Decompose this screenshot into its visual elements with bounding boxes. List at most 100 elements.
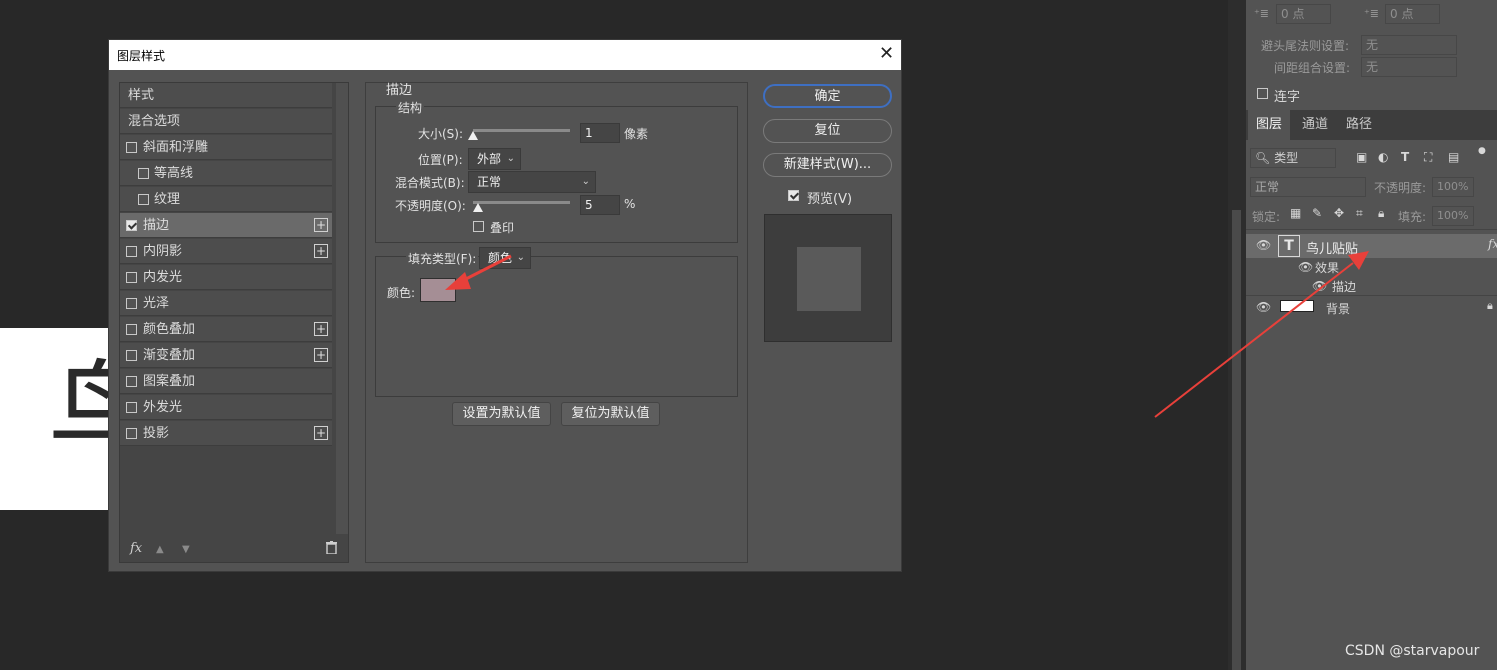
close-icon[interactable]: ✕ — [879, 43, 894, 64]
eye-icon[interactable]: 👁︎ — [1298, 260, 1313, 274]
ok-button[interactable]: 确定 — [763, 84, 892, 108]
kinsoku-select[interactable]: 无 — [1361, 35, 1457, 55]
size-input[interactable]: 1 — [580, 123, 620, 143]
layer-blend-mode-select[interactable]: 正常 — [1250, 177, 1366, 197]
style-checkbox[interactable] — [126, 246, 137, 257]
layer-stroke-effect-row[interactable]: 👁︎ 描边 — [1246, 276, 1497, 296]
fx-icon[interactable]: fx — [130, 541, 142, 556]
style-checkbox[interactable] — [126, 272, 137, 283]
style-checkbox[interactable] — [126, 402, 137, 413]
opacity-slider[interactable] — [473, 201, 570, 204]
trash-icon[interactable] — [326, 541, 337, 557]
style-item[interactable]: 混合选项 — [120, 109, 332, 134]
style-item[interactable]: 内阴影 + — [120, 239, 332, 264]
position-select[interactable]: 外部 ⌄ — [468, 148, 521, 170]
filter-type-icon[interactable]: T — [1401, 150, 1409, 164]
layer-row-text[interactable]: 👁︎ T 鸟儿贴贴 fx — [1246, 234, 1497, 258]
style-item[interactable]: 纹理 — [120, 187, 332, 212]
add-effect-icon[interactable]: + — [314, 348, 328, 362]
style-checkbox[interactable] — [126, 324, 137, 335]
reset-default-button[interactable]: 复位为默认值 — [561, 402, 660, 426]
layer-row-background[interactable]: 👁︎ 背景 🔒︎ — [1246, 296, 1497, 318]
eye-icon[interactable]: 👁︎ — [1312, 279, 1327, 293]
style-checkbox[interactable] — [126, 428, 137, 439]
stroke-color-swatch[interactable] — [420, 278, 456, 302]
size-label: 大小(S): — [418, 127, 464, 141]
filter-shape-icon[interactable]: ⛶ — [1424, 150, 1432, 165]
tab-channels[interactable]: 通道 — [1294, 110, 1336, 140]
new-style-button[interactable]: 新建样式(W)... — [763, 153, 892, 177]
reset-button[interactable]: 复位 — [763, 119, 892, 143]
style-item-label: 混合选项 — [128, 114, 181, 129]
size-slider-thumb[interactable] — [468, 131, 478, 140]
lock-position-icon[interactable]: ✥ — [1334, 206, 1344, 220]
style-checkbox[interactable] — [138, 168, 149, 179]
indent-after-input[interactable]: 0 点 — [1385, 4, 1440, 24]
layer-filter-select[interactable]: 🔍︎ 类型 — [1250, 148, 1336, 168]
style-item[interactable]: 图案叠加 — [120, 369, 332, 394]
style-item[interactable]: 等高线 — [120, 161, 332, 186]
style-item[interactable]: 外发光 — [120, 395, 332, 420]
dialog-titlebar[interactable]: 图层样式 ✕ — [109, 40, 901, 70]
filter-toggle-icon[interactable]: ● — [1478, 146, 1486, 156]
style-item[interactable]: 光泽 — [120, 291, 332, 316]
preview-checkbox[interactable] — [788, 190, 799, 201]
styles-list: 样式 混合选项 斜面和浮雕 等高线 纹理 描边 + 内阴影 + 内发光 光泽 颜色叠加 + 渐变叠加 + 图案… — [119, 82, 349, 563]
mojikumi-select[interactable]: 无 — [1361, 57, 1457, 77]
panel-scrollbar[interactable] — [1232, 210, 1241, 670]
opacity-input[interactable]: 5 — [580, 195, 620, 215]
fill-type-select[interactable]: 颜色 ⌄ — [479, 247, 531, 269]
chevron-down-icon: ⌄ — [506, 153, 515, 164]
style-item-label: 外发光 — [143, 400, 183, 415]
style-checkbox[interactable] — [126, 350, 137, 361]
add-effect-icon[interactable]: + — [314, 218, 328, 232]
lock-transparent-icon[interactable]: ▦ — [1290, 206, 1301, 220]
lock-image-icon[interactable]: ✎ — [1312, 206, 1322, 220]
canvas-document: 鸟 — [0, 328, 110, 510]
style-item-label: 描边 — [143, 218, 170, 233]
move-up-icon[interactable]: ▲ — [156, 544, 164, 555]
style-item[interactable]: 颜色叠加 + — [120, 317, 332, 342]
add-effect-icon[interactable]: + — [314, 426, 328, 440]
background-layer-name[interactable]: 背景 — [1326, 300, 1350, 317]
style-item[interactable]: 内发光 — [120, 265, 332, 290]
style-checkbox[interactable] — [126, 220, 137, 231]
style-item[interactable]: 斜面和浮雕 — [120, 135, 332, 160]
opacity-slider-thumb[interactable] — [472, 203, 483, 212]
fx-icon[interactable]: fx — [1488, 237, 1497, 251]
style-item[interactable]: 渐变叠加 + — [120, 343, 332, 368]
size-slider[interactable] — [473, 129, 570, 132]
eye-icon[interactable]: 👁︎ — [1256, 238, 1271, 252]
stroke-section-title: 描边 — [386, 83, 413, 98]
watermark: CSDN @starvapour — [1345, 643, 1480, 659]
style-checkbox[interactable] — [126, 376, 137, 387]
style-checkbox[interactable] — [138, 194, 149, 205]
fill-input[interactable]: 100% — [1432, 206, 1474, 226]
filter-adjustment-icon[interactable]: ◐ — [1378, 150, 1388, 164]
style-checkbox[interactable] — [126, 298, 137, 309]
layer-opacity-input[interactable]: 100% — [1432, 177, 1474, 197]
eye-icon[interactable]: 👁︎ — [1256, 300, 1271, 314]
add-effect-icon[interactable]: + — [314, 244, 328, 258]
layer-effects-row[interactable]: 👁︎ 效果 — [1246, 257, 1497, 277]
style-item[interactable]: 投影 + — [120, 421, 332, 446]
text-layer-name[interactable]: 鸟儿贴贴 — [1306, 238, 1358, 257]
lock-artboard-icon[interactable]: ⌗ — [1356, 206, 1363, 221]
tab-layers[interactable]: 图层 — [1248, 110, 1291, 140]
blend-mode-select[interactable]: 正常 ⌄ — [468, 171, 596, 193]
overprint-checkbox[interactable] — [473, 221, 484, 232]
filter-smart-object-icon[interactable]: ▤ — [1448, 150, 1459, 164]
lock-all-icon[interactable]: 🔒︎ — [1378, 206, 1384, 221]
style-item[interactable]: 样式 — [120, 83, 332, 108]
add-effect-icon[interactable]: + — [314, 322, 328, 336]
set-default-button[interactable]: 设置为默认值 — [452, 402, 551, 426]
style-item[interactable]: 描边 + — [120, 213, 332, 238]
opacity-unit: % — [624, 197, 636, 211]
styles-list-scrollbar[interactable] — [336, 83, 348, 534]
filter-pixel-icon[interactable]: ▣ — [1356, 150, 1367, 164]
style-checkbox[interactable] — [126, 142, 137, 153]
move-down-icon[interactable]: ▼ — [182, 544, 190, 555]
ligature-checkbox[interactable] — [1257, 88, 1268, 99]
tab-paths[interactable]: 路径 — [1338, 110, 1380, 140]
indent-before-input[interactable]: 0 点 — [1276, 4, 1331, 24]
